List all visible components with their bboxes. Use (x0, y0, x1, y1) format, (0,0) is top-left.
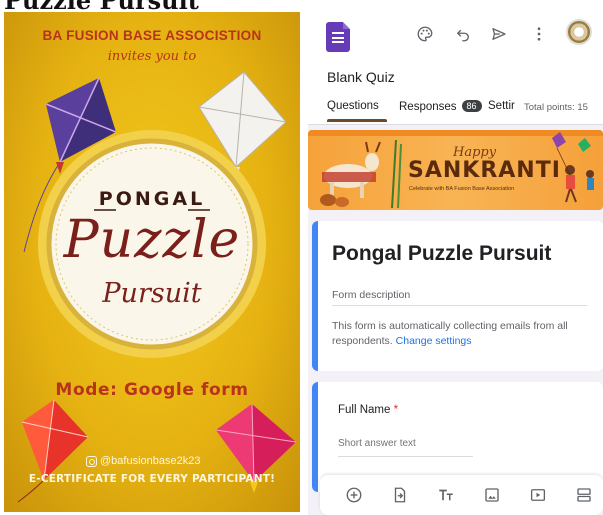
quiz-title: Blank Quiz (327, 69, 395, 85)
red-kite-icon (17, 399, 89, 503)
pots-icon (320, 194, 349, 207)
avatar[interactable] (566, 19, 592, 45)
question-title: Full Name (338, 404, 391, 416)
poster-instagram-handle: @bafusionbase2k23 (86, 455, 200, 467)
poster-organization: BA FUSION BASE ASSOCISTION (42, 28, 262, 43)
email-collection-note: This form is automatically collecting em… (332, 319, 594, 349)
tab-responses-label: Responses (399, 101, 457, 113)
question-label: Full Name * (338, 404, 398, 416)
undo-icon[interactable] (452, 23, 474, 45)
send-icon[interactable] (488, 23, 510, 45)
form-title[interactable]: Pongal Puzzle Pursuit (332, 242, 551, 266)
bottom-toolbar (320, 475, 603, 515)
tab-questions[interactable]: Questions (327, 100, 379, 112)
more-vert-icon[interactable] (528, 23, 550, 45)
change-settings-link[interactable]: Change settings (396, 335, 472, 347)
add-section-icon[interactable] (574, 485, 594, 505)
poster-invites-text: invites you to (107, 49, 197, 64)
poster-image: BA FUSION BASE ASSOCISTION invites you t… (4, 12, 300, 512)
banner-subtitle: Celebrate with BA Fusion Base Associatio… (409, 186, 515, 192)
add-title-icon[interactable] (436, 485, 456, 505)
form-description-field[interactable]: Form description (332, 289, 410, 301)
responses-count-badge: 86 (461, 100, 482, 112)
poster-mode-text: Mode: Google form (55, 380, 249, 400)
tab-responses[interactable]: Responses 86 (399, 100, 482, 113)
poster-certificate-text: E-CERTIFICATE FOR EVERY PARTICIPANT! (28, 473, 276, 485)
sugarcane-icon (391, 139, 402, 209)
tab-settings[interactable]: Settir (488, 100, 524, 112)
screen: Puzzle Pursuit (0, 0, 603, 515)
short-answer-placeholder: Short answer text (338, 438, 416, 449)
poster-handle-text: @bafusionbase2k23 (100, 455, 201, 467)
add-question-icon[interactable] (344, 485, 364, 505)
banner-title: SANKRANTI (408, 158, 561, 183)
forms-app-screen: Blank Quiz Questions Responses 86 Settir … (308, 0, 603, 515)
form-title-card: Pongal Puzzle Pursuit Form description T… (312, 221, 603, 371)
total-points-label: Total points: 15 (524, 102, 588, 113)
active-tab-indicator (327, 119, 387, 122)
instagram-icon (86, 455, 97, 467)
add-video-icon[interactable] (528, 485, 548, 505)
header-banner-image: Happy SANKRANTI Celebrate with BA Fusion… (308, 130, 603, 210)
google-forms-logo-icon[interactable] (326, 22, 350, 52)
short-answer-underline (338, 456, 473, 457)
header-divider (308, 124, 603, 125)
poster-puzzle-heading: Puzzle (63, 210, 241, 270)
required-asterisk: * (393, 404, 399, 416)
poster-pursuit-heading: Pursuit (102, 278, 202, 309)
import-questions-icon[interactable] (390, 485, 410, 505)
description-underline (332, 305, 587, 306)
palette-icon[interactable] (414, 23, 436, 45)
add-image-icon[interactable] (482, 485, 502, 505)
app-header: Blank Quiz Questions Responses 86 Settir … (308, 0, 603, 125)
cow-icon (322, 141, 381, 198)
poster-pongal-heading: PONGAL (98, 188, 206, 210)
tab-bar: Questions Responses 86 Settir Total point… (308, 96, 603, 124)
cropped-title: Puzzle Pursuit (0, 0, 300, 12)
